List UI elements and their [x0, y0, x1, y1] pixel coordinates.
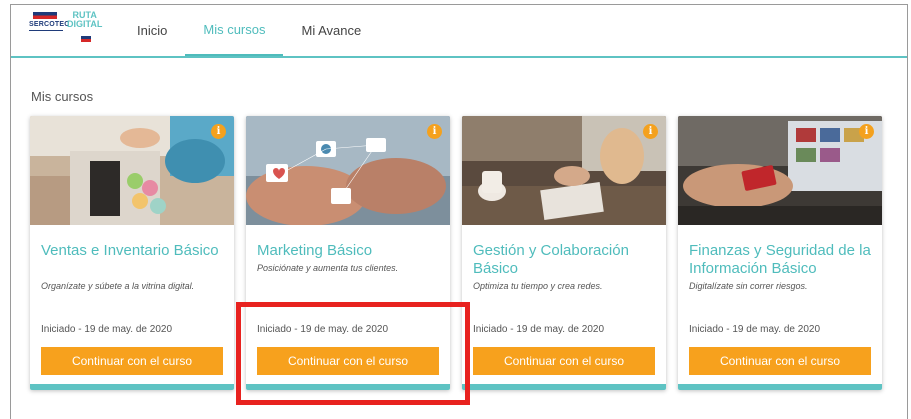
course-title[interactable]: Gestión y Colaboración Básico: [473, 242, 659, 278]
course-card: i Gestión y Colaboración Básico Optimiza…: [462, 116, 666, 390]
course-image-collaboration: [462, 116, 666, 225]
course-status: Iniciado - 19 de may. de 2020: [689, 324, 821, 335]
course-status: Iniciado - 19 de may. de 2020: [473, 324, 605, 335]
top-navbar: SERCOTEC RUTA DIGITAL Inicio Mis cursos …: [11, 5, 907, 58]
course-subtitle: Optimiza tu tiempo y crea redes.: [473, 281, 603, 291]
nav-item-mis-cursos[interactable]: Mis cursos: [185, 5, 284, 56]
info-icon[interactable]: i: [427, 124, 442, 139]
highlight-box: [236, 302, 470, 405]
main-nav: Inicio Mis cursos Mi Avance: [119, 5, 379, 56]
info-icon[interactable]: i: [211, 124, 226, 139]
info-icon[interactable]: i: [859, 124, 874, 139]
nav-item-mi-avance[interactable]: Mi Avance: [283, 5, 379, 56]
continue-course-button[interactable]: Continuar con el curso: [41, 347, 223, 375]
course-card: i Ventas e Inventario Básico Organízate …: [30, 116, 234, 390]
sercotec-logo-text: SERCOTEC: [29, 12, 70, 31]
course-status: Iniciado - 19 de may. de 2020: [41, 324, 173, 335]
info-icon[interactable]: i: [643, 124, 658, 139]
digital-logo-text: DIGITAL: [67, 19, 103, 29]
course-title[interactable]: Finanzas y Seguridad de la Información B…: [689, 242, 875, 278]
nav-item-inicio[interactable]: Inicio: [119, 5, 185, 56]
progress-bar: [678, 384, 882, 390]
progress-bar: [462, 384, 666, 390]
course-image-finance: [678, 116, 882, 225]
progress-bar: [30, 384, 234, 390]
course-subtitle: Organízate y súbete a la vitrina digital…: [41, 281, 195, 291]
continue-course-button[interactable]: Continuar con el curso: [473, 347, 655, 375]
course-subtitle: Posiciónate y aumenta tus clientes.: [257, 263, 399, 273]
flag-icon: [81, 36, 91, 42]
course-title[interactable]: Marketing Básico: [257, 242, 443, 260]
course-image-marketing: [246, 116, 450, 225]
page-title: Mis cursos: [31, 89, 94, 104]
course-subtitle: Digitalízate sin correr riesgos.: [689, 281, 808, 291]
course-image-sales: [30, 116, 234, 225]
course-card: i Finanzas y Seguridad de la Información…: [678, 116, 882, 390]
continue-course-button[interactable]: Continuar con el curso: [689, 347, 871, 375]
brand-logo[interactable]: SERCOTEC RUTA DIGITAL: [29, 11, 109, 45]
course-title[interactable]: Ventas e Inventario Básico: [41, 242, 227, 260]
ruta-digital-logo: RUTA DIGITAL: [67, 11, 102, 29]
